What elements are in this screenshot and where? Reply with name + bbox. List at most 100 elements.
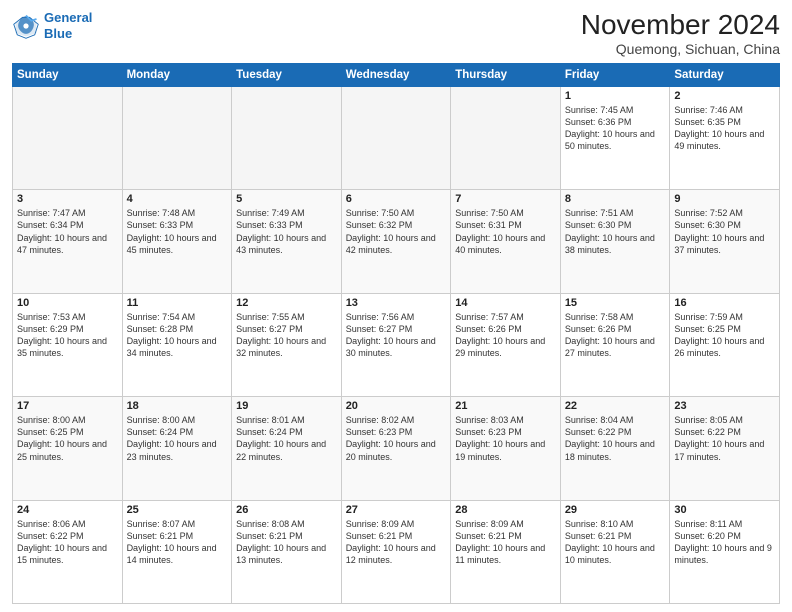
calendar-cell: [232, 86, 342, 189]
day-info: Sunrise: 8:06 AM Sunset: 6:22 PM Dayligh…: [17, 518, 118, 567]
calendar-cell: [451, 86, 561, 189]
day-number: 28: [455, 504, 556, 516]
day-number: 25: [127, 504, 228, 516]
day-info: Sunrise: 7:46 AM Sunset: 6:35 PM Dayligh…: [674, 104, 775, 153]
calendar-cell: [13, 86, 123, 189]
day-info: Sunrise: 8:09 AM Sunset: 6:21 PM Dayligh…: [455, 518, 556, 567]
day-number: 9: [674, 193, 775, 205]
calendar-week-row: 17Sunrise: 8:00 AM Sunset: 6:25 PM Dayli…: [13, 397, 780, 500]
calendar-cell: 11Sunrise: 7:54 AM Sunset: 6:28 PM Dayli…: [122, 293, 232, 396]
weekday-header: Wednesday: [341, 63, 451, 86]
day-info: Sunrise: 7:49 AM Sunset: 6:33 PM Dayligh…: [236, 207, 337, 256]
day-info: Sunrise: 8:07 AM Sunset: 6:21 PM Dayligh…: [127, 518, 228, 567]
calendar-cell: 23 Sunrise: 8:05 AM Sunset: 6:22 PM Dayli…: [670, 397, 780, 500]
day-number: 22: [565, 400, 666, 412]
day-info: Sunrise: 7:58 AM Sunset: 6:26 PM Dayligh…: [565, 311, 666, 360]
day-number: 10: [17, 297, 118, 309]
day-info: Sunrise: 8:01 AM Sunset: 6:24 PM Dayligh…: [236, 414, 337, 463]
day-number: 21: [455, 400, 556, 412]
day-info: Sunrise: 7:55 AM Sunset: 6:27 PM Dayligh…: [236, 311, 337, 360]
weekday-header: Thursday: [451, 63, 561, 86]
logo: General Blue: [12, 10, 92, 41]
calendar-cell: 25 Sunrise: 8:07 AM Sunset: 6:21 PM Dayli…: [122, 500, 232, 603]
day-number: 5: [236, 193, 337, 205]
day-number: 12: [236, 297, 337, 309]
day-number: 20: [346, 400, 447, 412]
weekday-header: Tuesday: [232, 63, 342, 86]
page: General Blue November 2024 Quemong, Sich…: [0, 0, 792, 612]
calendar-cell: 28 Sunrise: 8:09 AM Sunset: 6:21 PM Dayli…: [451, 500, 561, 603]
calendar-week-row: 1 Sunrise: 7:45 AM Sunset: 6:36 PM Daylig…: [13, 86, 780, 189]
month-title: November 2024: [581, 10, 780, 41]
day-info: Sunrise: 7:51 AM Sunset: 6:30 PM Dayligh…: [565, 207, 666, 256]
calendar-cell: [341, 86, 451, 189]
calendar-cell: 14Sunrise: 7:57 AM Sunset: 6:26 PM Dayli…: [451, 293, 561, 396]
day-info: Sunrise: 7:53 AM Sunset: 6:29 PM Dayligh…: [17, 311, 118, 360]
calendar-cell: 18Sunrise: 8:00 AM Sunset: 6:24 PM Dayli…: [122, 397, 232, 500]
calendar-cell: 9 Sunrise: 7:52 AM Sunset: 6:30 PM Daylig…: [670, 190, 780, 293]
calendar-cell: 22 Sunrise: 8:04 AM Sunset: 6:22 PM Dayli…: [560, 397, 670, 500]
day-info: Sunrise: 7:47 AM Sunset: 6:34 PM Dayligh…: [17, 207, 118, 256]
calendar-cell: 12 Sunrise: 7:55 AM Sunset: 6:27 PM Dayli…: [232, 293, 342, 396]
day-number: 14: [455, 297, 556, 309]
day-number: 7: [455, 193, 556, 205]
day-info: Sunrise: 8:00 AM Sunset: 6:25 PM Dayligh…: [17, 414, 118, 463]
calendar-cell: 19 Sunrise: 8:01 AM Sunset: 6:24 PM Dayli…: [232, 397, 342, 500]
calendar-cell: 16Sunrise: 7:59 AM Sunset: 6:25 PM Dayli…: [670, 293, 780, 396]
calendar-week-row: 24Sunrise: 8:06 AM Sunset: 6:22 PM Dayli…: [13, 500, 780, 603]
weekday-header: Monday: [122, 63, 232, 86]
day-info: Sunrise: 8:03 AM Sunset: 6:23 PM Dayligh…: [455, 414, 556, 463]
calendar-cell: 10 Sunrise: 7:53 AM Sunset: 6:29 PM Dayli…: [13, 293, 123, 396]
location-title: Quemong, Sichuan, China: [581, 41, 780, 57]
calendar-cell: 4 Sunrise: 7:48 AM Sunset: 6:33 PM Daylig…: [122, 190, 232, 293]
calendar-cell: [122, 86, 232, 189]
calendar-cell: 20 Sunrise: 8:02 AM Sunset: 6:23 PM Dayli…: [341, 397, 451, 500]
day-info: Sunrise: 7:56 AM Sunset: 6:27 PM Dayligh…: [346, 311, 447, 360]
day-number: 27: [346, 504, 447, 516]
day-info: Sunrise: 8:08 AM Sunset: 6:21 PM Dayligh…: [236, 518, 337, 567]
calendar-cell: 2 Sunrise: 7:46 AM Sunset: 6:35 PM Daylig…: [670, 86, 780, 189]
day-info: Sunrise: 8:00 AM Sunset: 6:24 PM Dayligh…: [127, 414, 228, 463]
day-info: Sunrise: 7:59 AM Sunset: 6:25 PM Dayligh…: [674, 311, 775, 360]
calendar-week-row: 3Sunrise: 7:47 AM Sunset: 6:34 PM Daylig…: [13, 190, 780, 293]
day-info: Sunrise: 8:04 AM Sunset: 6:22 PM Dayligh…: [565, 414, 666, 463]
day-info: Sunrise: 8:11 AM Sunset: 6:20 PM Dayligh…: [674, 518, 775, 567]
calendar-cell: 1 Sunrise: 7:45 AM Sunset: 6:36 PM Daylig…: [560, 86, 670, 189]
day-number: 2: [674, 90, 775, 102]
day-info: Sunrise: 8:05 AM Sunset: 6:22 PM Dayligh…: [674, 414, 775, 463]
weekday-header: Friday: [560, 63, 670, 86]
day-number: 29: [565, 504, 666, 516]
day-number: 6: [346, 193, 447, 205]
calendar-cell: 30 Sunrise: 8:11 AM Sunset: 6:20 PM Dayli…: [670, 500, 780, 603]
day-number: 1: [565, 90, 666, 102]
calendar-cell: 6 Sunrise: 7:50 AM Sunset: 6:32 PM Daylig…: [341, 190, 451, 293]
day-info: Sunrise: 8:02 AM Sunset: 6:23 PM Dayligh…: [346, 414, 447, 463]
day-info: Sunrise: 7:50 AM Sunset: 6:31 PM Dayligh…: [455, 207, 556, 256]
calendar-table: SundayMondayTuesdayWednesdayThursdayFrid…: [12, 63, 780, 604]
calendar-cell: 21 Sunrise: 8:03 AM Sunset: 6:23 PM Dayli…: [451, 397, 561, 500]
day-info: Sunrise: 7:50 AM Sunset: 6:32 PM Dayligh…: [346, 207, 447, 256]
calendar-cell: 15Sunrise: 7:58 AM Sunset: 6:26 PM Dayli…: [560, 293, 670, 396]
calendar-cell: 5 Sunrise: 7:49 AM Sunset: 6:33 PM Daylig…: [232, 190, 342, 293]
day-info: Sunrise: 7:54 AM Sunset: 6:28 PM Dayligh…: [127, 311, 228, 360]
calendar-cell: 24Sunrise: 8:06 AM Sunset: 6:22 PM Dayli…: [13, 500, 123, 603]
day-number: 13: [346, 297, 447, 309]
calendar-cell: 27Sunrise: 8:09 AM Sunset: 6:21 PM Dayli…: [341, 500, 451, 603]
calendar-cell: 8Sunrise: 7:51 AM Sunset: 6:30 PM Daylig…: [560, 190, 670, 293]
day-number: 30: [674, 504, 775, 516]
calendar-cell: 3Sunrise: 7:47 AM Sunset: 6:34 PM Daylig…: [13, 190, 123, 293]
calendar-header-row: SundayMondayTuesdayWednesdayThursdayFrid…: [13, 63, 780, 86]
weekday-header: Saturday: [670, 63, 780, 86]
day-info: Sunrise: 7:45 AM Sunset: 6:36 PM Dayligh…: [565, 104, 666, 153]
day-info: Sunrise: 7:48 AM Sunset: 6:33 PM Dayligh…: [127, 207, 228, 256]
calendar-body: 1 Sunrise: 7:45 AM Sunset: 6:36 PM Daylig…: [13, 86, 780, 603]
day-info: Sunrise: 7:52 AM Sunset: 6:30 PM Dayligh…: [674, 207, 775, 256]
title-area: November 2024 Quemong, Sichuan, China: [581, 10, 780, 57]
weekday-header: Sunday: [13, 63, 123, 86]
day-number: 23: [674, 400, 775, 412]
day-info: Sunrise: 8:10 AM Sunset: 6:21 PM Dayligh…: [565, 518, 666, 567]
logo-icon: [12, 12, 40, 40]
header: General Blue November 2024 Quemong, Sich…: [12, 10, 780, 57]
day-number: 4: [127, 193, 228, 205]
day-number: 19: [236, 400, 337, 412]
